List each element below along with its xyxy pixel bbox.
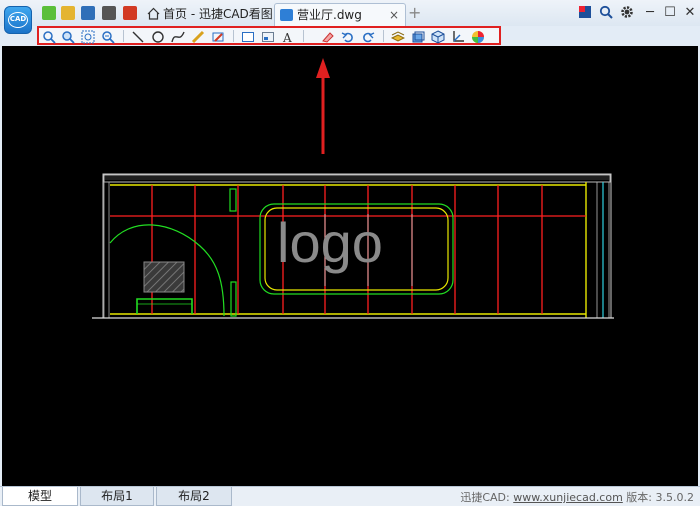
top-hatch-band	[103, 174, 611, 183]
dwg-file-icon	[280, 9, 293, 21]
polyline-icon[interactable]	[171, 29, 185, 43]
arrow-annotation	[316, 58, 330, 154]
drawing-canvas[interactable]: logo	[2, 46, 698, 486]
tab-layout2[interactable]: 布局2	[156, 487, 232, 506]
website-link[interactable]: www.xunjiecad.com	[513, 491, 623, 504]
home-icon	[147, 7, 160, 20]
recent-files-icon[interactable]	[123, 6, 137, 20]
text-icon[interactable]: A	[281, 29, 295, 45]
svg-text:A: A	[282, 31, 292, 44]
green-post-top	[229, 188, 237, 212]
tab-file-label: 营业厅.dwg	[297, 8, 362, 22]
zoom-previous-icon[interactable]	[101, 29, 115, 44]
toolbar-separator	[233, 30, 234, 42]
3d-view-icon[interactable]	[431, 29, 445, 44]
green-desk	[136, 298, 193, 314]
cad-toolbar: A	[37, 26, 501, 45]
tab-home-label: 首页 - 迅捷CAD看图	[163, 7, 273, 21]
app-logo: CAD	[4, 6, 32, 34]
close-window-button[interactable]: ✕	[682, 5, 698, 21]
frame-icon[interactable]	[241, 29, 255, 43]
layers-icon[interactable]	[390, 29, 406, 43]
left-wall	[103, 181, 110, 319]
tab-layout1[interactable]: 布局1	[80, 487, 154, 506]
app-logo-text: CAD	[8, 12, 28, 28]
color-icon[interactable]	[471, 29, 485, 43]
circle-icon[interactable]	[151, 29, 165, 43]
hatched-cabinet	[143, 261, 185, 293]
close-tab-icon[interactable]: ×	[389, 4, 399, 26]
status-bar: 模型 布局1 布局2 迅捷CAD: www.xunjiecad.com 版本: …	[0, 486, 700, 506]
cad-drawing: logo	[92, 58, 614, 319]
print-icon[interactable]	[102, 6, 116, 20]
search-icon[interactable]	[598, 5, 614, 21]
title-bar: 首页 - 迅捷CAD看图 营业厅.dwg × + ─ ☐ ✕	[0, 0, 700, 26]
skin-icon[interactable]	[577, 5, 593, 21]
status-text: 迅捷CAD: www.xunjiecad.com 版本: 3.5.0.2	[460, 489, 694, 505]
status-prefix: 迅捷CAD:	[460, 491, 514, 504]
app-window: 首页 - 迅捷CAD看图 营业厅.dwg × + ─ ☐ ✕ CAD A log…	[0, 0, 700, 506]
eraser-icon[interactable]	[321, 29, 335, 43]
layout-icon[interactable]	[261, 29, 275, 43]
gear-icon[interactable]	[619, 5, 635, 21]
coordinate-icon[interactable]	[451, 29, 465, 43]
tab-file[interactable]: 营业厅.dwg ×	[274, 3, 406, 26]
toolbar-separator	[383, 30, 384, 42]
edit-pen-icon[interactable]	[211, 29, 225, 43]
measure-icon[interactable]	[191, 29, 205, 44]
open-folder-icon[interactable]	[61, 6, 75, 20]
maximize-button[interactable]: ☐	[662, 5, 678, 21]
redo-icon[interactable]	[361, 29, 375, 43]
line-icon[interactable]	[131, 29, 145, 43]
logo-text: logo	[277, 211, 383, 274]
version-text: 版本: 3.5.0.2	[622, 491, 694, 504]
zoom-pan-icon[interactable]	[42, 29, 56, 44]
new-file-icon[interactable]	[42, 6, 56, 20]
zoom-window-icon[interactable]	[61, 29, 75, 44]
tab-home[interactable]: 首页 - 迅捷CAD看图	[145, 3, 273, 26]
add-tab-icon[interactable]: +	[408, 3, 421, 23]
toolbar-separator	[303, 30, 304, 42]
tab-model[interactable]: 模型	[2, 487, 78, 506]
block-icon[interactable]	[411, 29, 425, 43]
green-post-bottom	[230, 281, 237, 317]
minimize-button[interactable]: ─	[642, 5, 658, 21]
save-icon[interactable]	[81, 6, 95, 20]
zoom-extents-icon[interactable]	[81, 29, 95, 44]
toolbar-separator	[123, 30, 124, 42]
undo-icon[interactable]	[341, 29, 355, 43]
